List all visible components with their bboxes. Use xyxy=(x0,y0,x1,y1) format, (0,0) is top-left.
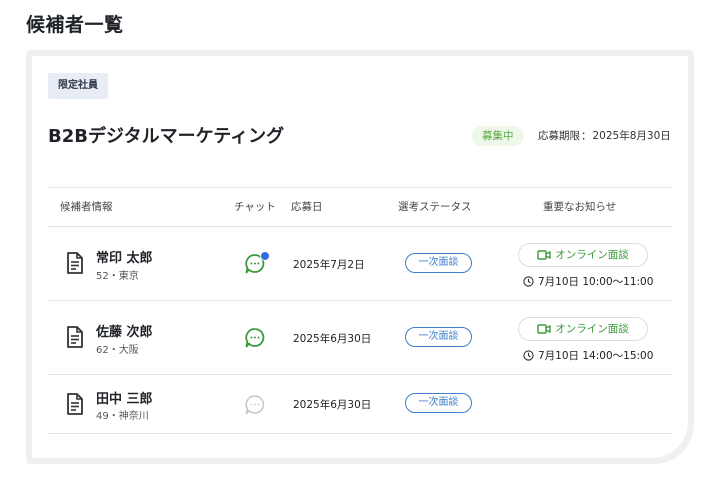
applied-date: 2025年6月30日 xyxy=(293,399,372,411)
selection-status-badge[interactable]: 一次面談 xyxy=(405,393,472,413)
selection-status-badge[interactable]: 一次面談 xyxy=(405,253,472,273)
document-icon[interactable] xyxy=(66,393,84,415)
header-selection-status: 選考ステータス xyxy=(398,201,472,213)
online-interview-button[interactable]: オンライン面談 xyxy=(518,243,648,267)
deadline-separator: ： xyxy=(581,130,592,142)
deadline-label: 応募期限 xyxy=(538,130,580,142)
video-camera-icon xyxy=(537,250,551,260)
document-icon[interactable] xyxy=(66,252,84,274)
employment-type-tag: 限定社員 xyxy=(48,73,108,99)
recruiting-status-badge: 募集中 xyxy=(472,126,524,146)
interview-time: 7月10日 14:00〜15:00 xyxy=(523,348,653,363)
job-card: 限定社員 B2Bデジタルマーケティング 募集中 応募期限：2025年8月30日 … xyxy=(32,56,688,458)
candidate-age-location: 52・東京 xyxy=(96,271,139,282)
table-row[interactable]: 佐藤 次郎 62・大阪 2025年6月30日 一次面談 オンライン面談 7月10… xyxy=(48,301,673,375)
clock-icon xyxy=(523,350,534,361)
selection-status-badge[interactable]: 一次面談 xyxy=(405,327,472,347)
header-applied-date: 応募日 xyxy=(291,201,323,213)
page-title: 候補者一覧 xyxy=(26,14,124,36)
candidate-age-location: 62・大阪 xyxy=(96,345,139,356)
interview-time: 7月10日 10:00〜11:00 xyxy=(523,274,653,289)
candidate-table: 候補者情報 チャット 応募日 選考ステータス 重要なお知らせ 常印 太郎 52・… xyxy=(48,187,673,434)
job-title: B2Bデジタルマーケティング xyxy=(48,126,285,147)
table-header: 候補者情報 チャット 応募日 選考ステータス 重要なお知らせ xyxy=(48,187,673,227)
clock-icon xyxy=(523,276,534,287)
unread-indicator xyxy=(260,251,270,261)
deadline-value: 2025年8月30日 xyxy=(592,130,671,142)
candidate-age-location: 49・神奈川 xyxy=(96,411,149,422)
header-chat: チャット xyxy=(234,201,276,213)
applied-date: 2025年6月30日 xyxy=(293,333,372,345)
interview-time-text: 7月10日 10:00〜11:00 xyxy=(538,276,654,288)
candidate-name[interactable]: 佐藤 次郎 xyxy=(96,321,153,340)
application-deadline: 応募期限：2025年8月30日 xyxy=(538,128,671,143)
interview-time-text: 7月10日 14:00〜15:00 xyxy=(538,350,654,362)
chat-bubble-icon[interactable] xyxy=(244,327,266,349)
table-row[interactable]: 常印 太郎 52・東京 2025年7月2日 一次面談 オンライン面談 7月10日… xyxy=(48,227,673,301)
job-panel: 限定社員 B2Bデジタルマーケティング 募集中 応募期限：2025年8月30日 … xyxy=(26,50,694,464)
document-icon[interactable] xyxy=(66,326,84,348)
chat-bubble-icon[interactable] xyxy=(244,394,266,416)
candidate-name[interactable]: 田中 三郎 xyxy=(96,388,153,407)
online-interview-button[interactable]: オンライン面談 xyxy=(518,317,648,341)
header-important-notice: 重要なお知らせ xyxy=(543,201,617,213)
online-interview-label: オンライン面談 xyxy=(555,323,629,335)
candidate-name[interactable]: 常印 太郎 xyxy=(96,247,153,266)
video-camera-icon xyxy=(537,324,551,334)
online-interview-label: オンライン面談 xyxy=(555,249,629,261)
header-candidate-info: 候補者情報 xyxy=(60,201,113,213)
applied-date: 2025年7月2日 xyxy=(293,259,365,271)
table-row[interactable]: 田中 三郎 49・神奈川 2025年6月30日 一次面談 xyxy=(48,375,673,434)
